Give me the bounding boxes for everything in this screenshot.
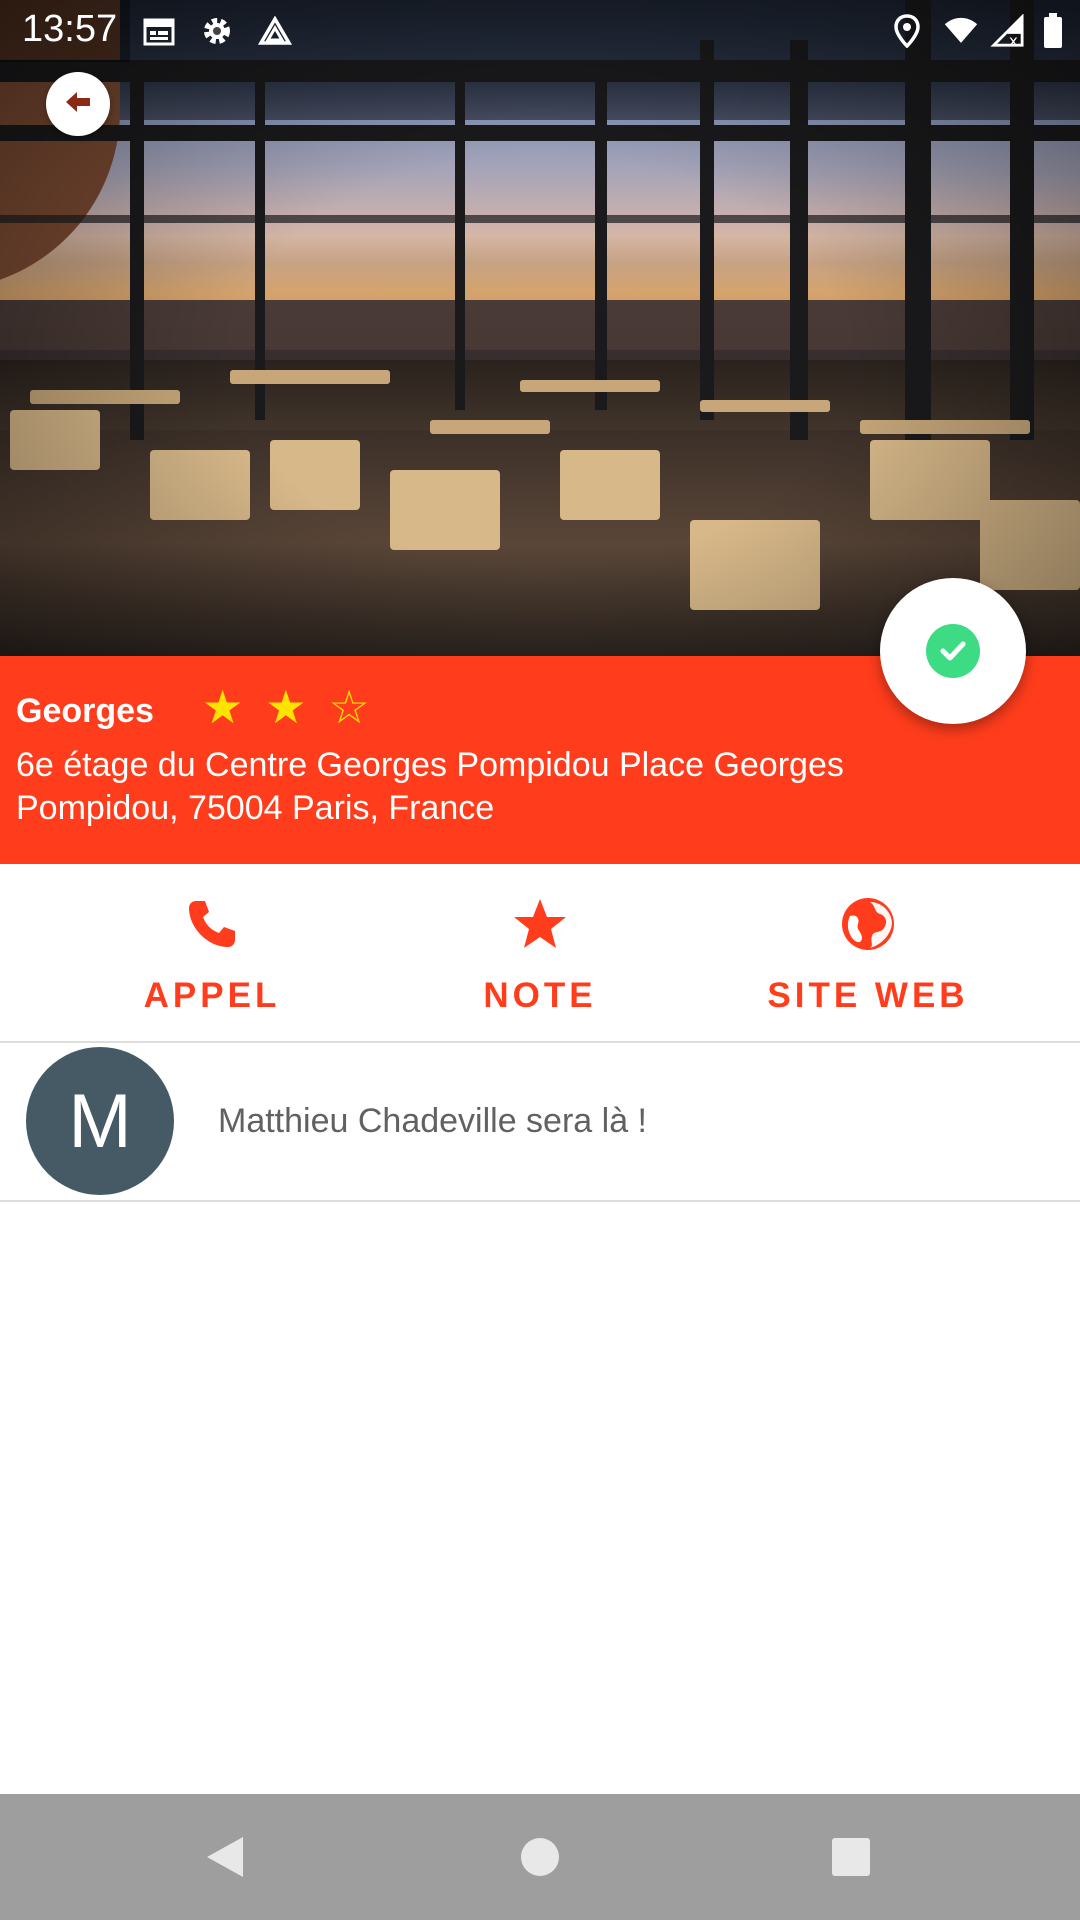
call-button[interactable]: APPEL — [82, 894, 342, 1024]
battery-icon — [1036, 13, 1070, 48]
divider — [0, 1200, 1080, 1202]
rating-star: ★ — [202, 680, 244, 734]
calendar-icon — [142, 14, 176, 48]
back-button[interactable] — [46, 72, 110, 136]
place-address: 6e étage du Centre Georges Pompidou Plac… — [16, 746, 844, 827]
nav-home-button[interactable] — [515, 1832, 565, 1882]
attendee-message: Matthieu Chadeville sera là ! — [218, 1102, 648, 1140]
drive-icon — [258, 14, 292, 48]
place-name: Georges — [16, 692, 154, 730]
website-label: SITE WEB — [767, 976, 969, 1015]
rating-stars: ★ ★ ☆ — [202, 684, 370, 730]
attendee-list-item[interactable]: M Matthieu Chadeville sera là ! — [0, 1044, 1080, 1200]
svg-text:x: x — [1009, 32, 1018, 48]
divider — [0, 1041, 1080, 1043]
attend-confirm-button[interactable] — [880, 578, 1026, 724]
status-bar: 13:57 x — [0, 0, 1080, 62]
settings-icon — [200, 14, 234, 48]
arrow-back-icon — [62, 86, 94, 123]
avatar: M — [26, 1047, 174, 1195]
rate-label: NOTE — [483, 976, 597, 1015]
signal-icon: x — [990, 14, 1024, 48]
status-time: 13:57 — [22, 8, 118, 50]
wifi-icon — [944, 14, 978, 48]
star-icon — [510, 894, 570, 954]
rating-star: ★ — [265, 680, 307, 734]
location-icon — [890, 14, 924, 48]
nav-recents-button[interactable] — [826, 1832, 876, 1882]
rating-star-empty: ☆ — [328, 680, 370, 734]
check-circle-icon — [926, 624, 980, 678]
action-bar: APPEL NOTE SITE WEB — [0, 864, 1080, 1042]
rate-button[interactable]: NOTE — [410, 894, 670, 1024]
restaurant-photo — [0, 0, 1080, 656]
nav-back-button[interactable] — [200, 1832, 250, 1882]
call-label: APPEL — [143, 976, 281, 1015]
system-nav-bar — [0, 1794, 1080, 1920]
website-button[interactable]: SITE WEB — [738, 894, 998, 1024]
globe-icon — [838, 894, 898, 954]
phone-icon — [182, 894, 242, 954]
